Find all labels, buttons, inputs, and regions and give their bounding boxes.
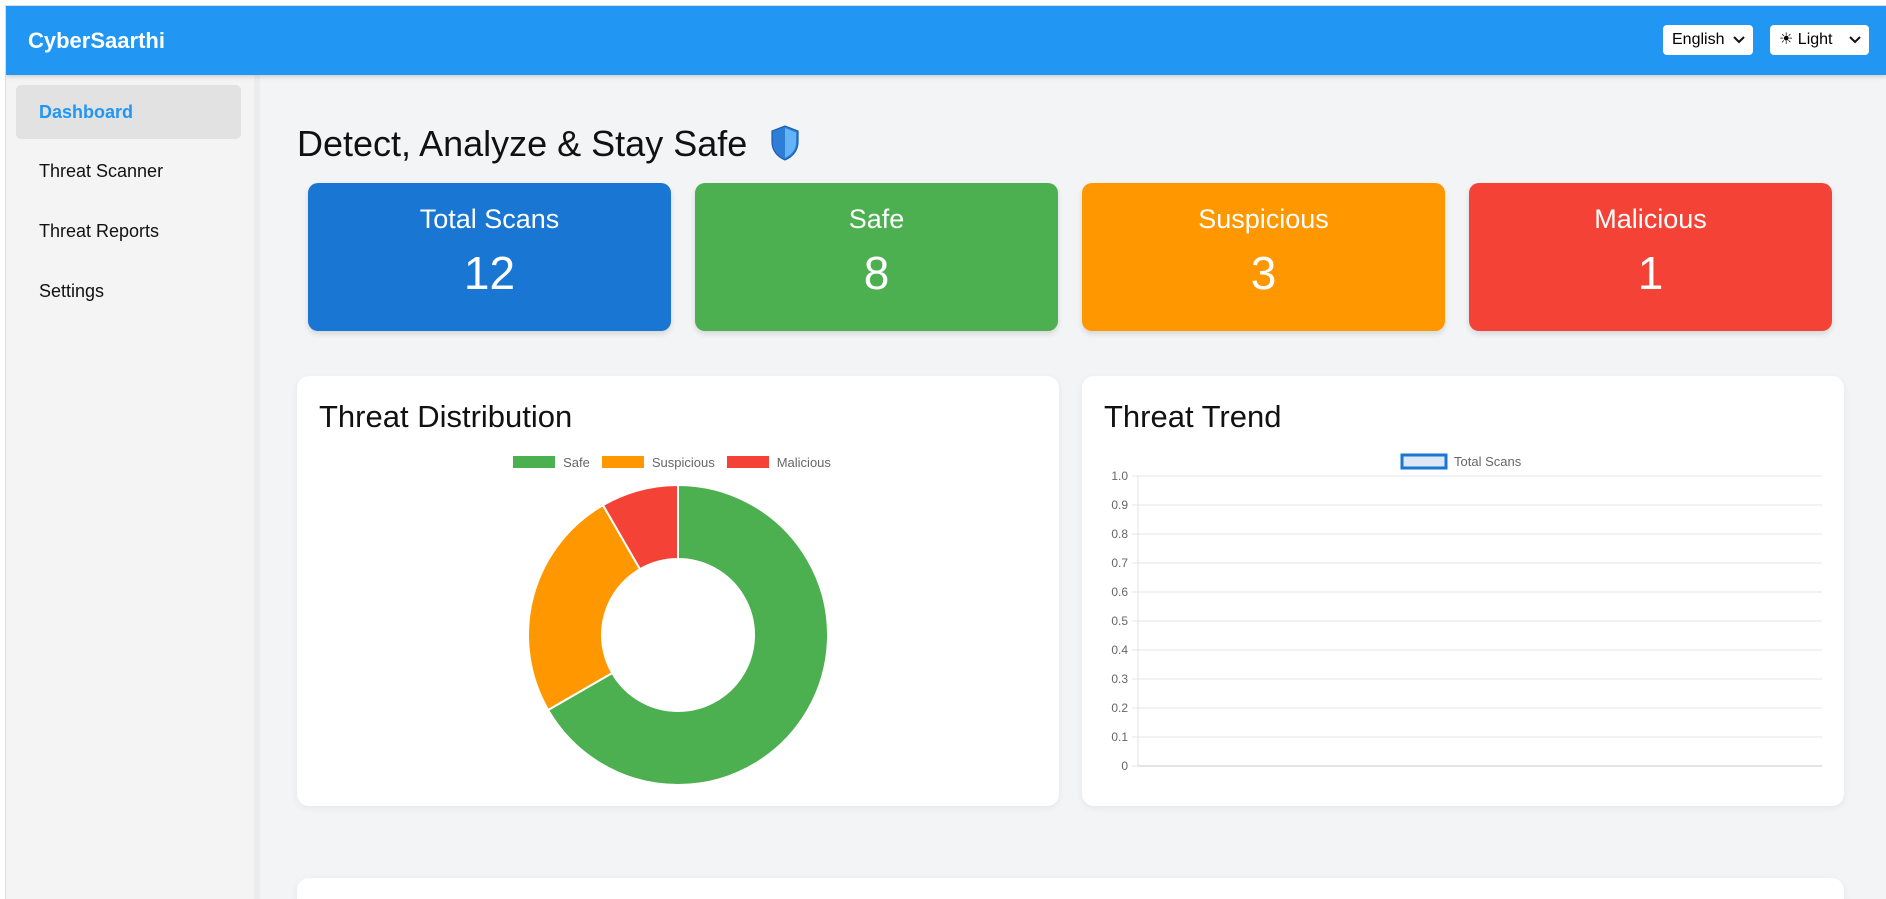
stat-label: Safe — [848, 204, 905, 234]
app-window: CyberSaarthi English ☀ Light Dashboard T… — [5, 5, 1886, 899]
stat-card-suspicious: Suspicious 3 — [1082, 183, 1445, 331]
legend-label: Malicious — [776, 455, 831, 470]
y-tick-label: 0.1 — [1111, 730, 1128, 744]
threat-distribution-card: Threat Distribution Safe Suspicious Malici… — [297, 376, 1059, 806]
stat-label: Total Scans — [419, 204, 560, 234]
legend-item[interactable]: Suspicious — [601, 455, 715, 470]
main-content: Detect, Analyze & Stay Safe Total Scans … — [275, 97, 1867, 899]
top-bar: CyberSaarthi English ☀ Light — [6, 6, 1886, 75]
threat-trend-card: Threat Trend Total Scans 0 0.1 0.2 0.3 0.4 0.5… — [1082, 376, 1844, 806]
legend-label: Suspicious — [651, 455, 715, 470]
y-tick-label: 0.4 — [1111, 643, 1128, 657]
line-chart: Total Scans 0 0.1 0.2 0.3 0.4 0.5 0.6 0.7 0.8 0.9 1… — [1111, 453, 1822, 773]
y-tick-label: 1.0 — [1111, 469, 1128, 483]
y-tick-label: 0.7 — [1111, 556, 1128, 570]
y-tick-label: 0 — [1121, 759, 1128, 773]
legend-item[interactable]: Safe — [513, 455, 590, 470]
sidebar-item-label: Dashboard — [39, 102, 134, 122]
card-title: Threat Distribution — [319, 399, 573, 434]
app-logo[interactable]: CyberSaarthi — [28, 28, 165, 54]
y-tick-label: 0.8 — [1111, 527, 1128, 541]
language-select-value: English — [1672, 31, 1725, 48]
sidebar: Dashboard Threat Scanner Threat Reports … — [6, 75, 260, 899]
legend-swatch — [601, 456, 644, 468]
recent-scans-card — [297, 878, 1844, 899]
y-tick-label: 0.3 — [1111, 672, 1128, 686]
y-tick-label: 0.2 — [1111, 701, 1128, 715]
y-tick-label: 0.9 — [1111, 498, 1128, 512]
stat-value: 12 — [463, 247, 516, 299]
legend-label: Total Scans — [1454, 454, 1522, 469]
shield-icon — [771, 125, 799, 161]
sidebar-item-threat-scanner[interactable]: Threat Scanner — [16, 144, 241, 198]
legend-label: Safe — [563, 455, 590, 470]
sidebar-item-dashboard[interactable]: Dashboard — [16, 85, 241, 139]
chevron-down-icon — [1849, 36, 1861, 44]
stat-card-malicious: Malicious 1 — [1469, 183, 1832, 331]
page-title: Detect, Analyze & Stay Safe — [297, 123, 748, 164]
theme-select[interactable]: ☀ Light — [1770, 25, 1869, 55]
sidebar-item-label: Threat Reports — [39, 221, 160, 241]
sidebar-item-threat-reports[interactable]: Threat Reports — [16, 204, 241, 258]
stat-card-safe: Safe 8 — [695, 183, 1058, 331]
language-select[interactable]: English — [1663, 25, 1753, 55]
y-tick-label: 0.5 — [1111, 614, 1128, 628]
chevron-down-icon — [1733, 36, 1745, 44]
stat-label: Suspicious — [1198, 204, 1329, 234]
legend-swatch — [513, 456, 556, 468]
card-title: Threat Trend — [1104, 399, 1282, 434]
theme-select-value: ☀ Light — [1779, 31, 1833, 48]
stat-value: 3 — [1250, 247, 1277, 299]
stat-card-total-scans: Total Scans 12 — [308, 183, 671, 331]
stat-value: 8 — [863, 247, 890, 299]
sidebar-item-settings[interactable]: Settings — [16, 264, 241, 318]
sidebar-item-label: Threat Scanner — [39, 161, 164, 181]
chart-legend[interactable]: Safe Suspicious Malicious — [297, 455, 1059, 470]
legend-item[interactable]: Malicious — [726, 455, 831, 470]
sidebar-item-label: Settings — [39, 281, 105, 301]
legend-swatch — [1400, 453, 1448, 470]
stat-label: Malicious — [1594, 204, 1707, 234]
y-tick-label: 0.6 — [1111, 585, 1128, 599]
legend-item[interactable]: Total Scans — [1400, 453, 1522, 470]
donut-chart — [527, 483, 829, 786]
stat-value: 1 — [1637, 247, 1664, 299]
legend-swatch — [726, 456, 769, 468]
